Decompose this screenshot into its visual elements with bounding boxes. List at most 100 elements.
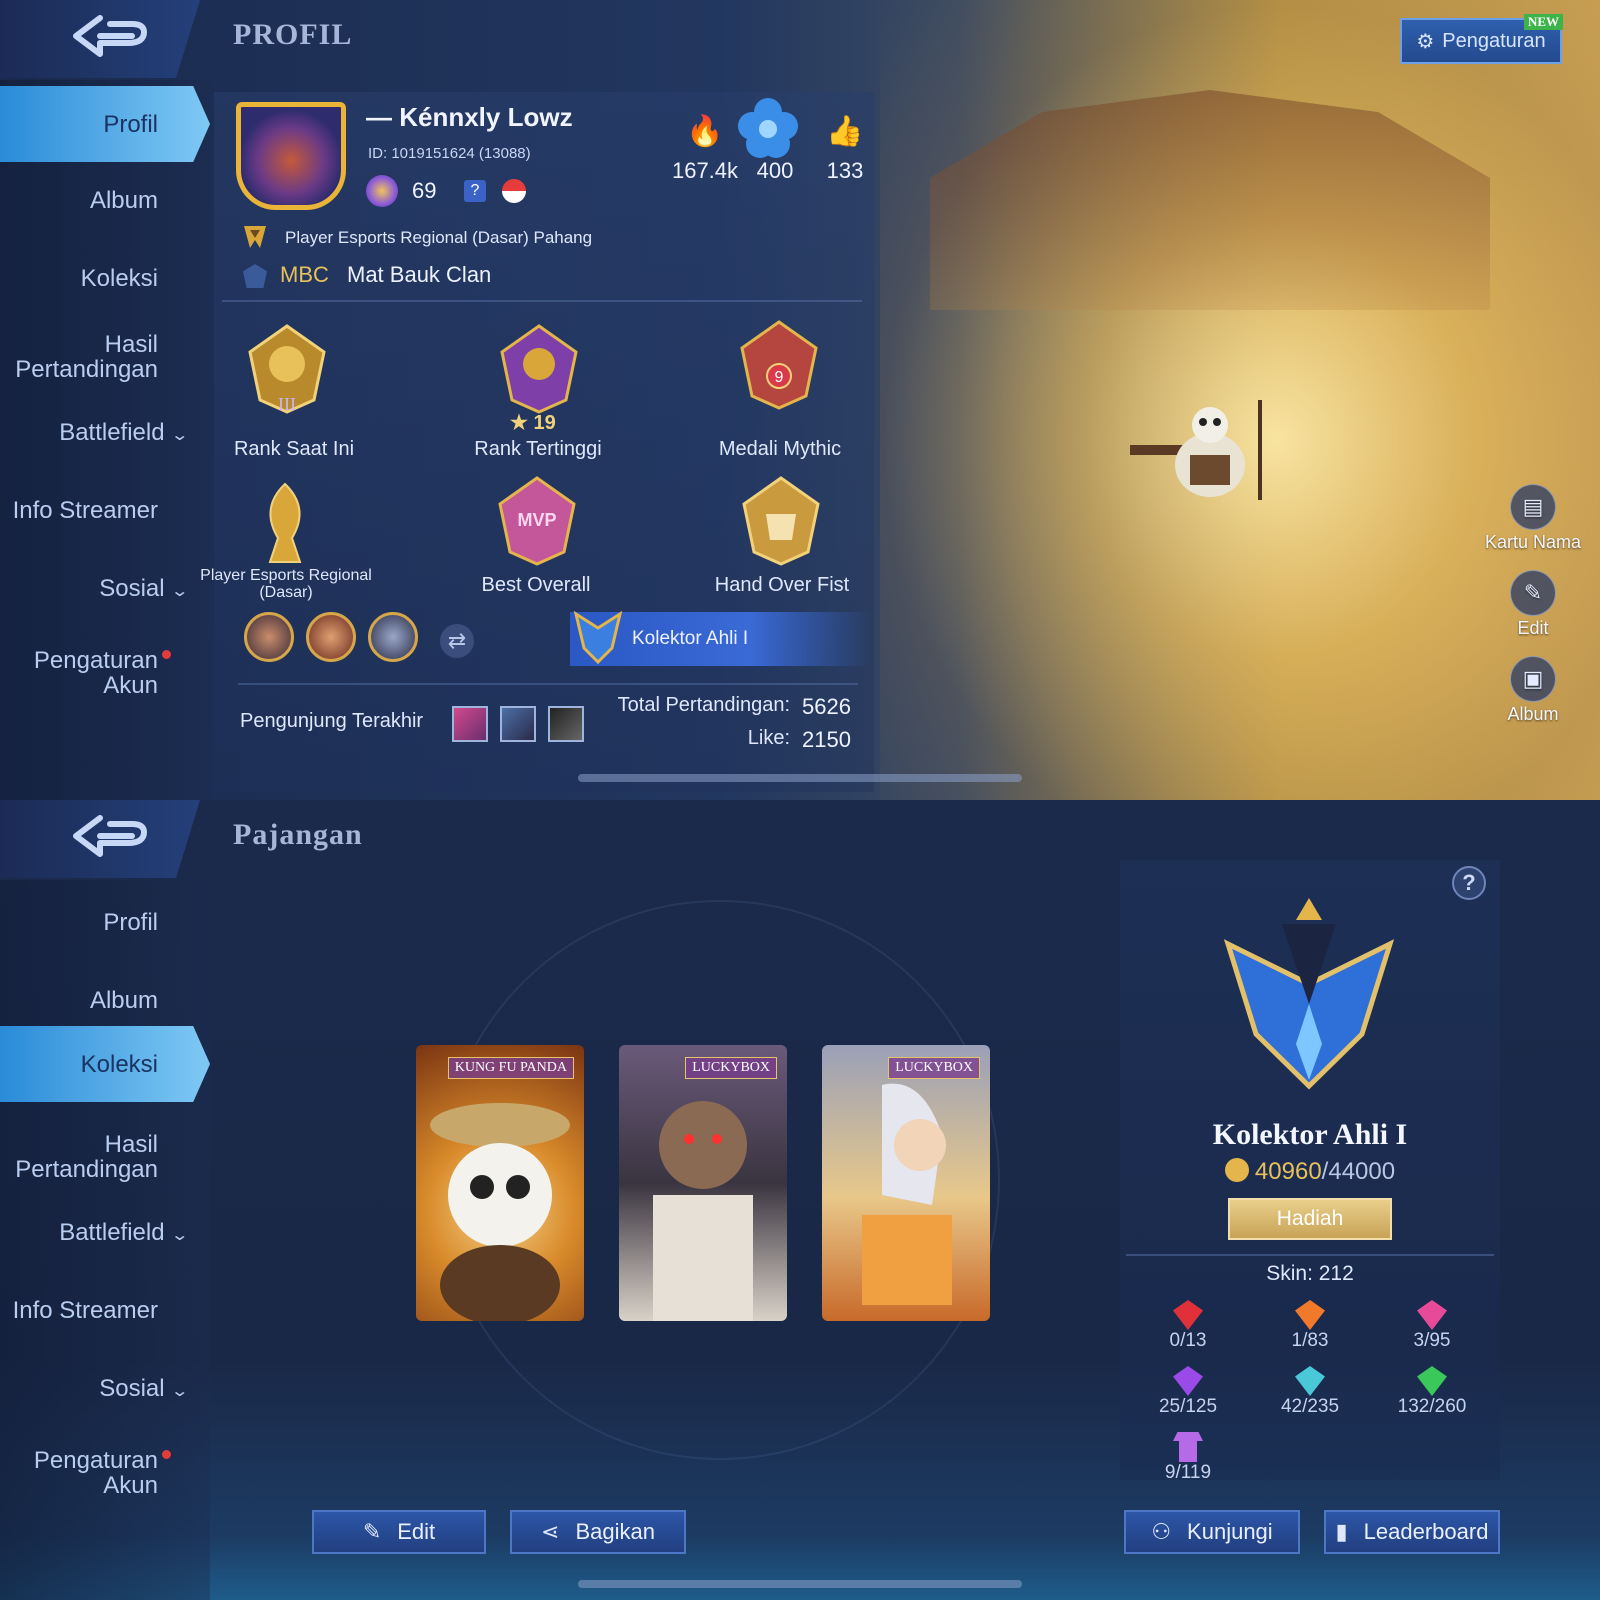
hand-over-fist-badge[interactable]	[736, 474, 826, 566]
mythic-medal-badge[interactable]: 9	[734, 318, 824, 410]
total-matches-label: Total Pertandingan:	[617, 694, 790, 716]
gem-stat: 9/119	[1138, 1432, 1238, 1484]
divider	[1126, 1254, 1494, 1256]
cyan-gem-icon	[1295, 1366, 1325, 1396]
sidebar-item-pengaturan-akun[interactable]: Pengaturan Akun	[8, 648, 158, 698]
back-arrow-icon	[73, 815, 147, 857]
image-icon: ▣	[1510, 656, 1556, 702]
player-level: 69	[412, 178, 437, 203]
badge-label: Best Overall	[481, 574, 591, 596]
sidebar-item-battlefield[interactable]: Battlefield ⌄	[59, 1220, 189, 1248]
sidebar-item-album[interactable]: Album	[90, 988, 158, 1013]
gem-stat: 42/235	[1260, 1366, 1360, 1418]
sidebar: Profil Album Koleksi Hasil Pertandingan …	[0, 80, 210, 800]
sidebar-item-pengaturan-akun[interactable]: Pengaturan Akun	[8, 1448, 158, 1498]
scrollbar[interactable]	[578, 774, 1022, 782]
favorite-hero-avatar[interactable]	[368, 612, 418, 662]
rank-current-badge[interactable]: III	[242, 322, 332, 414]
progress-max: /44000	[1321, 1158, 1396, 1185]
back-button[interactable]	[0, 800, 200, 878]
medal-count: 9	[775, 369, 784, 386]
collector-banner-label: Kolektor Ahli I	[632, 628, 749, 649]
collector-emblem	[1223, 898, 1395, 1090]
side-action-label: Edit	[1517, 618, 1549, 638]
level-icon	[366, 175, 398, 207]
sidebar-item-label: Sosial	[99, 575, 165, 602]
skin-card-tag: LUCKYBOX	[888, 1057, 980, 1079]
player-name: — Kénnxly Lowz	[366, 102, 573, 132]
collector-progress: 40960/44000	[1120, 1158, 1500, 1186]
favorite-hero-avatar[interactable]	[244, 612, 294, 662]
skin-card-tag: LUCKYBOX	[685, 1057, 777, 1079]
unknown-badge[interactable]: ?	[464, 180, 486, 202]
skin-card[interactable]: LUCKYBOX	[822, 1045, 990, 1321]
leaderboard-button[interactable]: ▮ Leaderboard	[1324, 1510, 1500, 1554]
sidebar-item-info-streamer[interactable]: Info Streamer	[13, 498, 158, 523]
button-label: Leaderboard	[1363, 1519, 1489, 1544]
sidebar-item-hasil-pertandingan[interactable]: Hasil Pertandingan	[0, 1132, 158, 1182]
sidebar-item-battlefield[interactable]: Battlefield ⌄	[59, 419, 188, 448]
visit-button[interactable]: ⚇ Kunjungi	[1124, 1510, 1300, 1554]
green-gem-icon	[1417, 1366, 1447, 1396]
sidebar-item-hasil-pertandingan[interactable]: Hasil Pertandingan	[0, 332, 158, 382]
visitor-avatar[interactable]	[452, 706, 488, 742]
scrollbar[interactable]	[578, 1580, 1022, 1588]
rank-highest-badge[interactable]	[494, 322, 584, 414]
sidebar-item-album[interactable]: Album	[90, 188, 158, 213]
sidebar-item-sosial[interactable]: Sosial ⌄	[99, 1376, 189, 1404]
help-icon[interactable]: ?	[1452, 866, 1486, 900]
likes-value: 133	[826, 158, 864, 183]
sidebar-item-profil[interactable]: Profil	[0, 86, 210, 162]
sidebar-item-label: Pengaturan Akun	[33, 647, 158, 699]
edit-button[interactable]: ✎ Edit	[312, 1510, 486, 1554]
sidebar-item-info-streamer[interactable]: Info Streamer	[13, 1298, 158, 1323]
chevron-down-icon: ⌄	[169, 1227, 189, 1244]
favorite-hero-avatar[interactable]	[306, 612, 356, 662]
button-label: Edit	[397, 1519, 436, 1544]
hero-skin-art	[653, 1101, 753, 1321]
swap-icon[interactable]: ⇄	[440, 624, 474, 658]
page-title: PROFIL	[233, 18, 353, 51]
back-button[interactable]	[0, 0, 200, 78]
badge-label: Hand Over Fist	[714, 574, 850, 596]
clan-tag[interactable]: MBC	[280, 262, 329, 288]
sidebar-item-koleksi[interactable]: Koleksi	[0, 1026, 210, 1102]
edit-display-button[interactable]: ✎ Edit	[1478, 570, 1588, 639]
name-card-button[interactable]: ▤ Kartu Nama	[1478, 484, 1588, 553]
visitor-avatar[interactable]	[500, 706, 536, 742]
settings-label: Pengaturan	[1442, 29, 1546, 52]
gem-stat: 3/95	[1382, 1300, 1482, 1352]
share-button[interactable]: ⋖ Bagikan	[510, 1510, 686, 1554]
recent-visitors-label: Pengunjung Terakhir	[240, 710, 424, 732]
orange-gem-icon	[1295, 1300, 1325, 1330]
reward-button[interactable]: Hadiah	[1228, 1198, 1392, 1240]
player-id: ID: 1019151624 (13088)	[368, 145, 531, 162]
album-button[interactable]: ▣ Album	[1478, 656, 1588, 725]
skin-card[interactable]: KUNG FU PANDA	[416, 1045, 584, 1321]
best-overall-badge[interactable]: MVP	[492, 474, 582, 566]
chevron-down-icon: ⌄	[169, 1383, 189, 1400]
gear-icon: ⚙	[1416, 30, 1435, 53]
gem-count: 132/260	[1397, 1396, 1467, 1417]
sidebar-item-koleksi[interactable]: Koleksi	[81, 266, 158, 291]
page-title: Pajangan	[233, 818, 363, 851]
sidebar-item-label: Battlefield	[59, 419, 165, 446]
skin-count: Skin: 212	[1266, 1262, 1354, 1285]
fire-icon: 🔥	[686, 115, 724, 148]
sidebar-item-profil[interactable]: Profil	[103, 910, 158, 935]
purple-gem-icon	[1173, 1366, 1203, 1396]
sidebar-item-label: Koleksi	[80, 265, 158, 292]
clan-name[interactable]: Mat Bauk Clan	[347, 262, 491, 288]
gem-stat: 132/260	[1382, 1366, 1482, 1418]
gem-stat: 25/125	[1138, 1366, 1238, 1418]
gem-count: 3/95	[1413, 1330, 1451, 1351]
visitor-avatar[interactable]	[548, 706, 584, 742]
avatar[interactable]	[236, 102, 346, 210]
sidebar-item-sosial[interactable]: Sosial ⌄	[99, 575, 188, 604]
esports-trophy-badge[interactable]	[240, 478, 330, 570]
gem-count: 25/125	[1158, 1396, 1218, 1417]
skin-card[interactable]: LUCKYBOX	[619, 1045, 787, 1321]
rank-tier-label: III	[278, 394, 296, 414]
skin-card-tag: KUNG FU PANDA	[447, 1057, 574, 1079]
flower-icon	[738, 98, 798, 158]
